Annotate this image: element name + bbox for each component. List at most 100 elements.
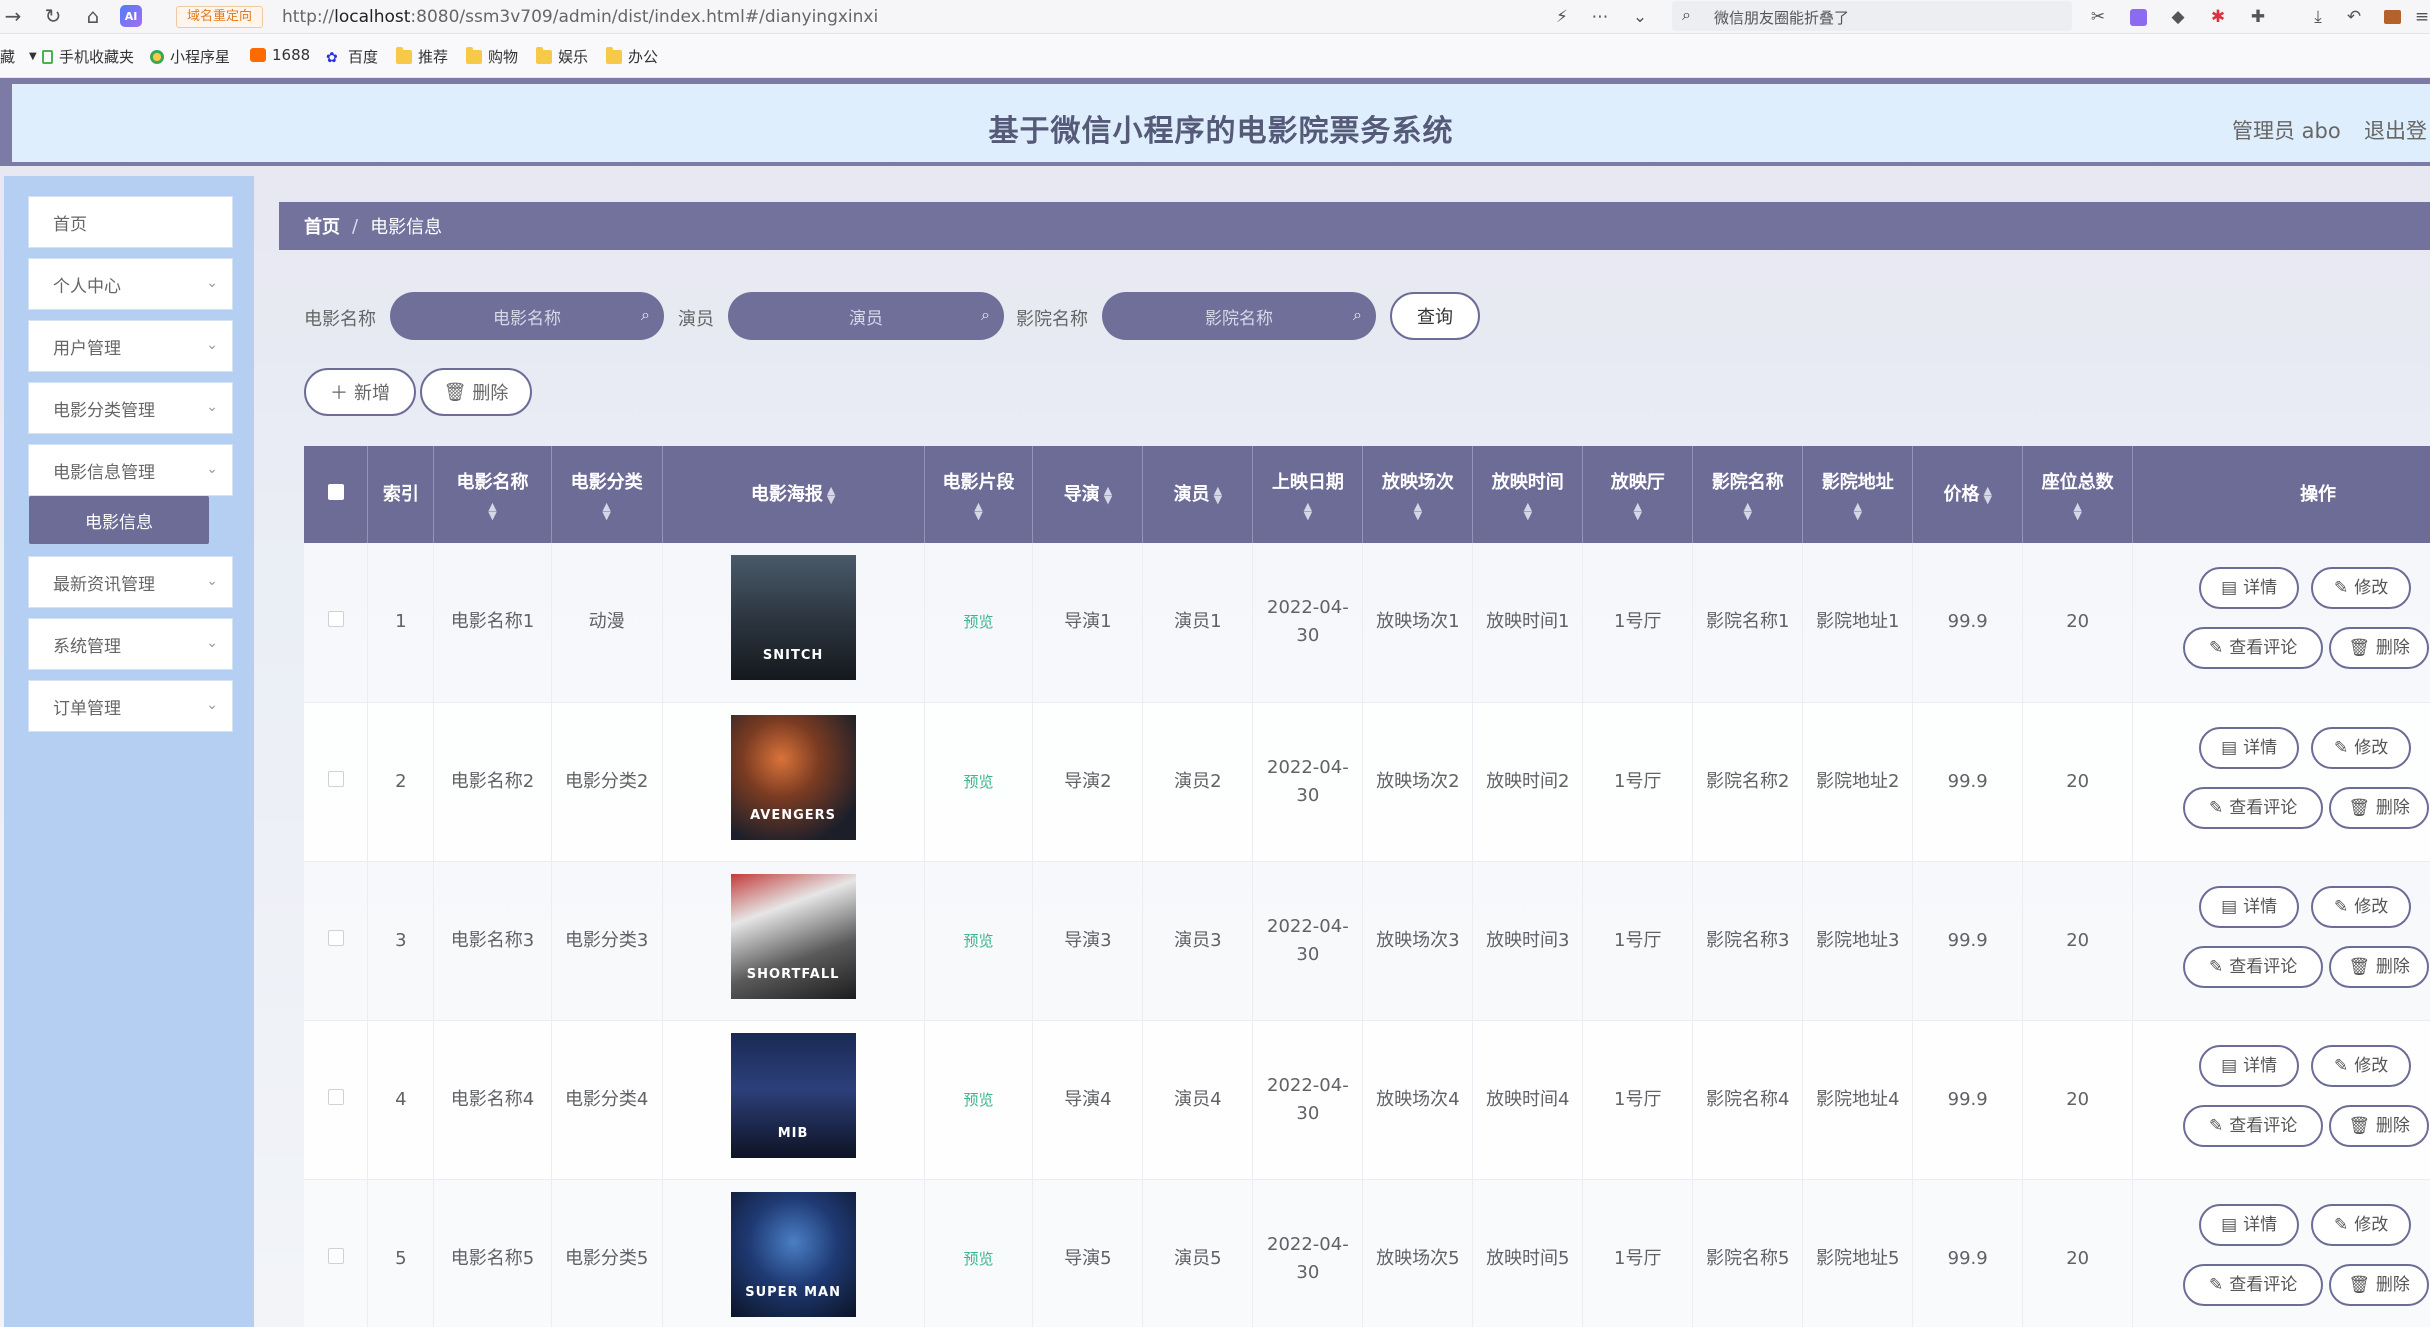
translate-icon[interactable] <box>2126 5 2150 29</box>
select-all-checkbox[interactable] <box>304 446 369 543</box>
delete-button[interactable]: 🗑 删除 <box>2329 1263 2430 1306</box>
sort-icon[interactable]: ▲ ▼ <box>1214 485 1222 505</box>
edit-button[interactable]: ✎ 修改 <box>2311 726 2412 769</box>
bookmark-item[interactable]: ✿ 百度 <box>326 46 378 67</box>
edit-button[interactable]: ✎ 修改 <box>2311 885 2412 928</box>
bookmark-item[interactable]: 娱乐 <box>536 46 588 67</box>
cell-poster[interactable]: SUPER MAN <box>662 1179 925 1327</box>
delete-button[interactable]: 🗑 删除 <box>2329 786 2430 829</box>
bookmarks-prefix[interactable]: 藏 ▼ <box>0 46 37 67</box>
detail-button[interactable]: ▤ 详情 <box>2199 885 2300 928</box>
column-header[interactable]: 影院名称 ▲ ▼ <box>1692 446 1804 543</box>
undo-icon[interactable]: ↶ <box>2342 5 2366 29</box>
cell-poster[interactable]: MIB <box>662 1020 925 1179</box>
sort-icon[interactable]: ▲ ▼ <box>2027 501 2128 521</box>
add-button[interactable]: ＋新增 <box>304 368 416 416</box>
column-header[interactable]: 电影海报 ▲ ▼ <box>662 446 925 543</box>
sort-icon[interactable]: ▲ ▼ <box>556 501 658 521</box>
bookmark-item[interactable]: 1688 <box>250 46 310 64</box>
sort-icon[interactable]: ▲ ▼ <box>1983 485 1991 505</box>
view-comments-button[interactable]: ✎ 查看评论 <box>2183 786 2324 829</box>
browser-search-box[interactable]: ⌕ 微信朋友圈能折叠了 <box>1672 1 2072 31</box>
delete-button[interactable]: 🗑 删除 <box>2329 627 2430 669</box>
movie-poster[interactable]: SNITCH <box>730 555 856 681</box>
column-header[interactable]: 导演 ▲ ▼ <box>1032 446 1144 543</box>
sort-icon[interactable]: ▲ ▼ <box>1807 501 1908 521</box>
ai-assistant-icon[interactable]: AI <box>120 5 142 27</box>
sidebar-subitem-movie-info[interactable]: 电影信息 <box>29 496 209 544</box>
preview-link[interactable]: 预览 <box>963 1250 993 1268</box>
column-header[interactable]: 电影片段 ▲ ▼ <box>924 446 1034 543</box>
sidebar-item-home[interactable]: 首页 <box>28 196 233 248</box>
column-header[interactable]: 放映厅 ▲ ▼ <box>1582 446 1694 543</box>
sidebar-item-system[interactable]: 系统管理 ⌄ <box>28 618 233 670</box>
delete-button[interactable]: 🗑 删除 <box>2329 945 2430 988</box>
edit-button[interactable]: ✎ 修改 <box>2311 567 2412 609</box>
more-icon[interactable]: ⋯ <box>1588 5 1612 29</box>
movie-poster[interactable]: SUPER MAN <box>730 1191 856 1317</box>
detail-button[interactable]: ▤ 详情 <box>2199 567 2300 609</box>
sort-icon[interactable]: ▲ ▼ <box>438 501 546 521</box>
edit-button[interactable]: ✎ 修改 <box>2311 1203 2412 1246</box>
actor-input[interactable]: 演员 ⌕ <box>728 292 1004 340</box>
sidebar-item-news[interactable]: 最新资讯管理 ⌄ <box>28 556 233 608</box>
row-checkbox[interactable] <box>304 543 369 702</box>
column-header[interactable]: 放映时间 ▲ ▼ <box>1472 446 1584 543</box>
view-comments-button[interactable]: ✎ 查看评论 <box>2183 1263 2324 1306</box>
preview-link[interactable]: 预览 <box>963 613 993 631</box>
sort-icon[interactable]: ▲ ▼ <box>1104 485 1112 505</box>
breadcrumb-home[interactable]: 首页 <box>304 213 340 239</box>
download-icon[interactable]: ⤓ <box>2306 5 2330 29</box>
movie-poster[interactable]: SHORTFALL <box>730 873 856 999</box>
sort-icon[interactable]: ▲ ▼ <box>1367 501 1468 521</box>
detail-button[interactable]: ▤ 详情 <box>2199 1203 2300 1246</box>
row-checkbox[interactable] <box>304 861 369 1020</box>
sort-icon[interactable]: ▲ ▼ <box>929 501 1029 521</box>
bookmark-item[interactable]: 小程序星 <box>150 46 230 67</box>
extension-dots-icon[interactable]: ✱ <box>2206 5 2230 29</box>
menu-icon[interactable]: ≡ <box>2410 5 2430 29</box>
fox-icon[interactable]: ◆ <box>2166 5 2190 29</box>
view-comments-button[interactable]: ✎ 查看评论 <box>2183 945 2324 988</box>
preview-link[interactable]: 预览 <box>963 1091 993 1109</box>
preview-link[interactable]: 预览 <box>963 773 993 791</box>
column-header[interactable]: 价格 ▲ ▼ <box>1912 446 2024 543</box>
sidebar-item-movie-categories[interactable]: 电影分类管理 ⌄ <box>28 382 233 434</box>
row-checkbox[interactable] <box>304 1020 369 1179</box>
sidebar-item-orders[interactable]: 订单管理 ⌄ <box>28 680 233 732</box>
address-bar[interactable]: http://localhost:8080/ssm3v709/admin/dis… <box>282 6 878 28</box>
bookmark-item[interactable]: 办公 <box>606 46 658 67</box>
sidebar-item-users[interactable]: 用户管理 ⌄ <box>28 320 233 372</box>
column-header[interactable]: 电影名称 ▲ ▼ <box>433 446 552 543</box>
delete-button[interactable]: 🗑 删除 <box>2329 1104 2430 1147</box>
movie-name-input[interactable]: 电影名称 ⌕ <box>390 292 664 340</box>
reload-icon[interactable]: ↻ <box>40 3 66 29</box>
sort-icon[interactable]: ▲ ▼ <box>1477 501 1578 521</box>
preview-link[interactable]: 预览 <box>963 932 993 950</box>
query-button[interactable]: 查询 <box>1390 292 1480 340</box>
batch-delete-button[interactable]: 🗑 删除 <box>420 368 532 416</box>
sort-icon[interactable]: ▲ ▼ <box>1697 501 1798 521</box>
home-icon[interactable]: ⌂ <box>80 3 106 29</box>
column-header[interactable]: 上映日期 ▲ ▼ <box>1252 446 1364 543</box>
sidebar-item-movie-info[interactable]: 电影信息管理 ⌄ <box>28 444 233 496</box>
column-header[interactable]: 座位总数 ▲ ▼ <box>2022 446 2134 543</box>
chevron-down-icon[interactable]: ⌄ <box>1628 5 1652 29</box>
cell-poster[interactable]: SHORTFALL <box>662 861 925 1020</box>
column-header[interactable]: 影院地址 ▲ ▼ <box>1802 446 1914 543</box>
scissors-icon[interactable]: ✂ <box>2086 5 2110 29</box>
view-comments-button[interactable]: ✎ 查看评论 <box>2183 627 2324 669</box>
bookmark-item[interactable]: 推荐 <box>396 46 448 67</box>
edit-button[interactable]: ✎ 修改 <box>2311 1044 2412 1087</box>
movie-poster[interactable]: AVENGERS <box>730 714 856 840</box>
sidebar-item-profile[interactable]: 个人中心 ⌄ <box>28 258 233 310</box>
bookmark-item[interactable]: 手机收藏夹 <box>42 46 134 67</box>
view-comments-button[interactable]: ✎ 查看评论 <box>2183 1104 2324 1147</box>
movie-poster[interactable]: MIB <box>730 1032 856 1158</box>
detail-button[interactable]: ▤ 详情 <box>2199 726 2300 769</box>
row-checkbox[interactable] <box>304 702 369 861</box>
bookmark-item[interactable]: 购物 <box>466 46 518 67</box>
puzzle-icon[interactable]: ✚ <box>2246 5 2270 29</box>
column-header[interactable]: 电影分类 ▲ ▼ <box>551 446 663 543</box>
lightning-icon[interactable]: ⚡ <box>1550 5 1574 29</box>
